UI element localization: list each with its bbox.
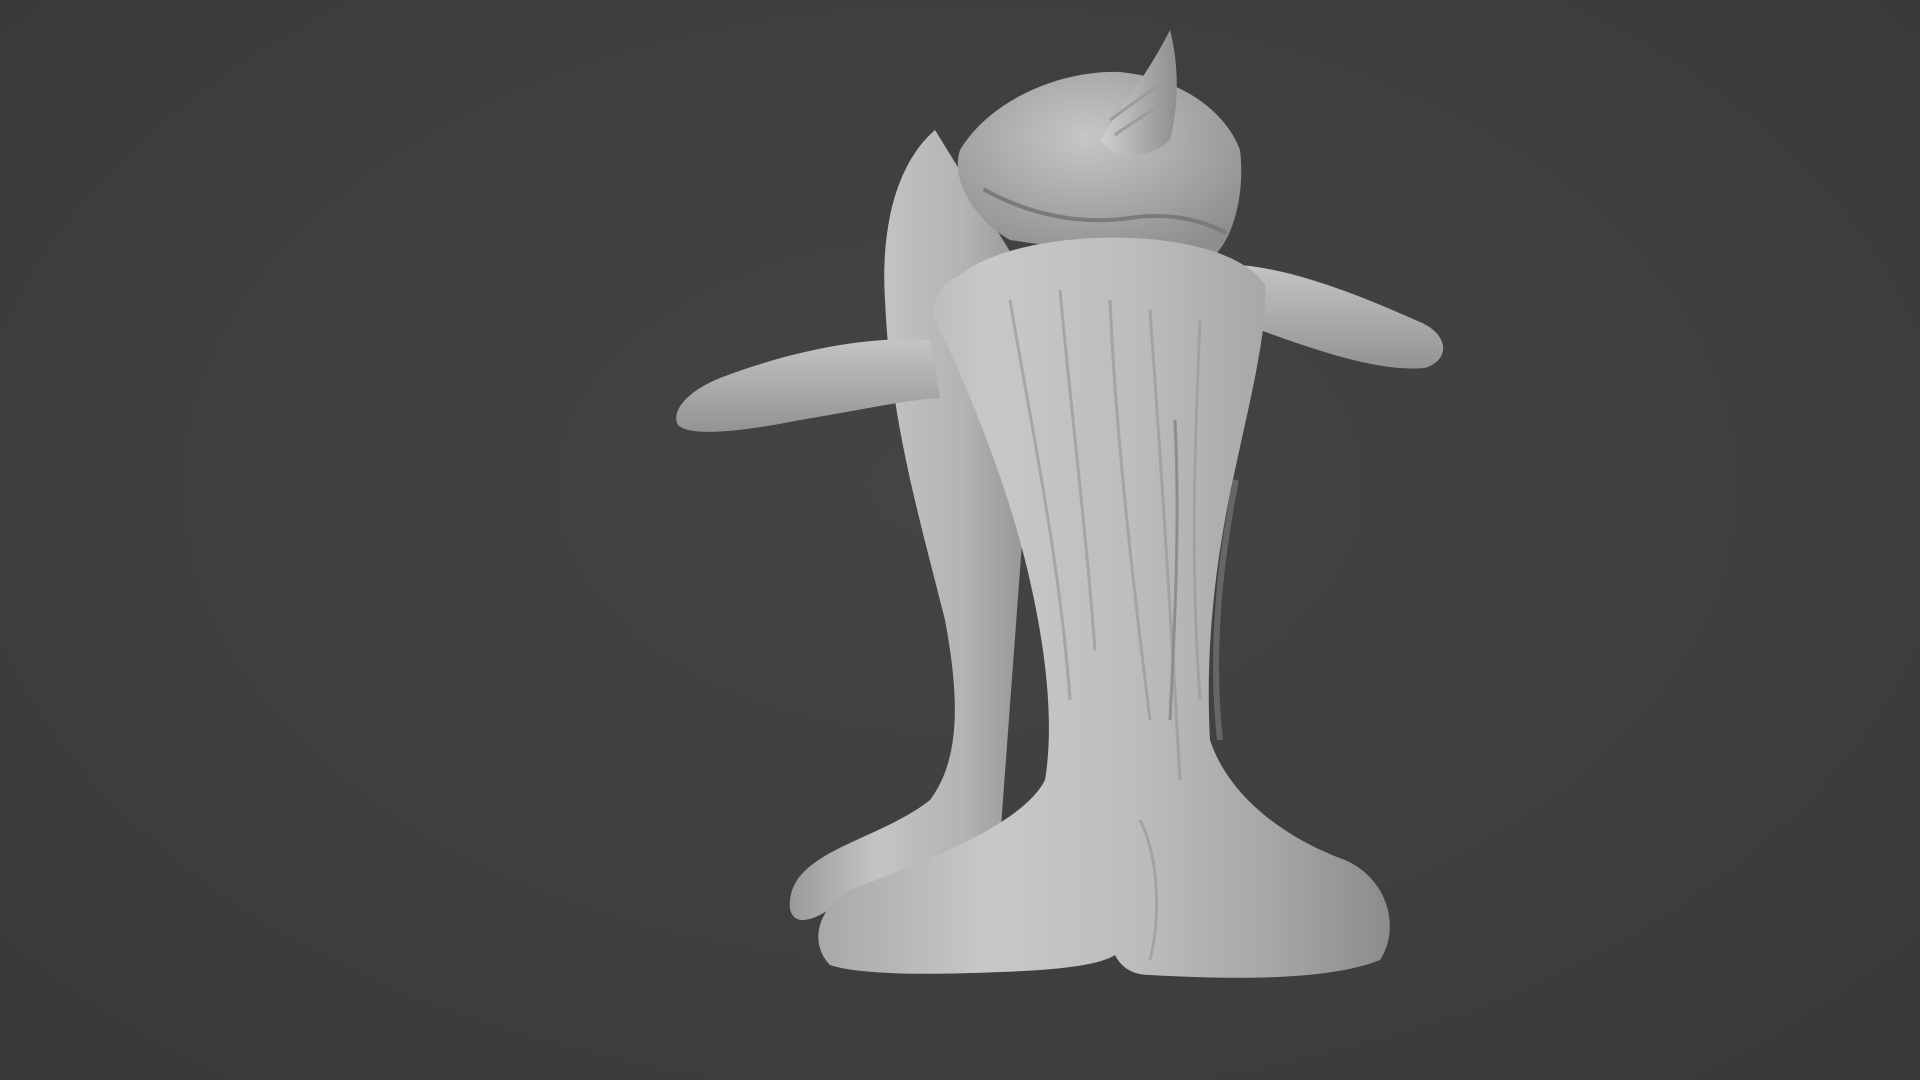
3d-viewport[interactable] — [0, 0, 1920, 1080]
right-fin — [1236, 265, 1444, 369]
sculpted-mesh[interactable] — [0, 0, 1920, 1080]
head — [957, 71, 1242, 259]
back-body — [789, 130, 1040, 920]
